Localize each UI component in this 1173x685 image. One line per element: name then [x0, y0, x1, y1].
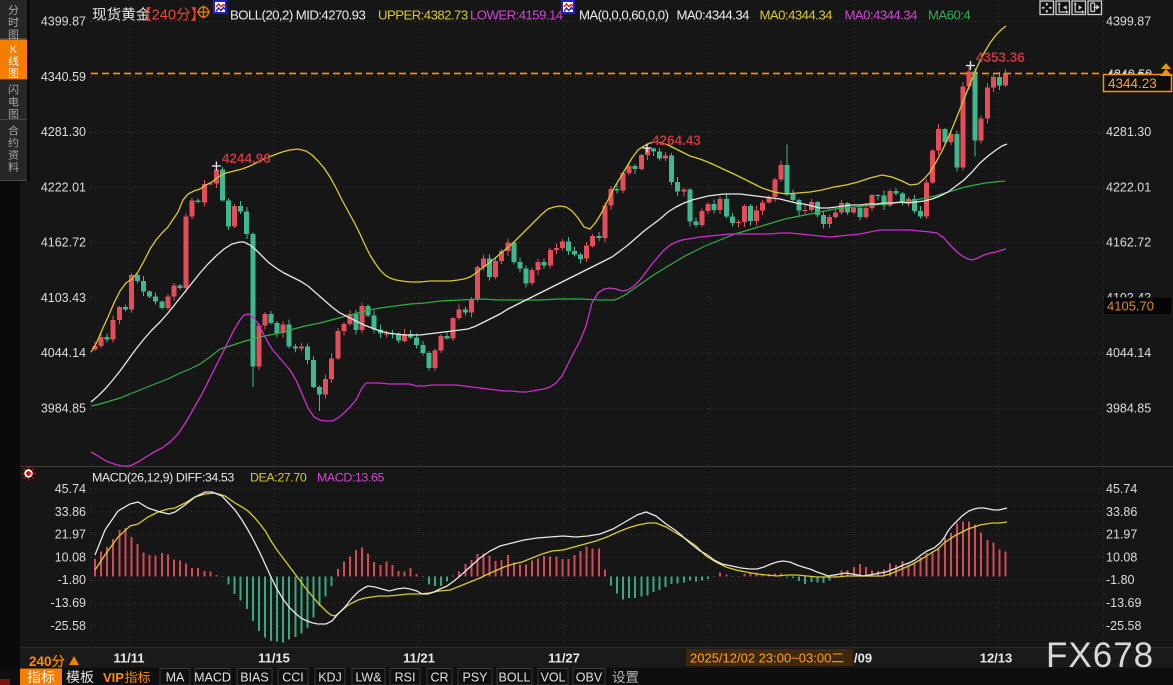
svg-text:-25.58: -25.58 [1106, 619, 1141, 633]
svg-text:4340.59: 4340.59 [41, 70, 86, 84]
svg-text:12/13: 12/13 [980, 651, 1013, 666]
svg-text:CCI: CCI [282, 671, 304, 685]
svg-text:CR: CR [430, 671, 448, 685]
svg-text:3984.85: 3984.85 [41, 401, 86, 415]
svg-text:LW&: LW& [355, 671, 382, 685]
svg-text:VOL: VOL [540, 671, 565, 685]
svg-text:BOLL: BOLL [499, 671, 531, 685]
svg-text:21.97: 21.97 [55, 528, 86, 542]
svg-text:MACD(26,12,9) DIFF:34.53: MACD(26,12,9) DIFF:34.53 [92, 471, 234, 485]
svg-text:11/27: 11/27 [548, 651, 580, 666]
svg-text:4353.36: 4353.36 [976, 50, 1025, 65]
svg-text:MA0:4344.34: MA0:4344.34 [760, 8, 833, 23]
svg-text:4103.43: 4103.43 [41, 291, 86, 305]
svg-text:MACD:13.65: MACD:13.65 [317, 471, 384, 485]
svg-text:RSI: RSI [395, 671, 416, 685]
svg-text:10.08: 10.08 [55, 550, 86, 564]
svg-text:LOWER:4159.14: LOWER:4159.14 [470, 8, 563, 23]
svg-text:4044.14: 4044.14 [1106, 346, 1151, 360]
svg-text:11/11: 11/11 [113, 651, 144, 666]
svg-text:4264.43: 4264.43 [652, 133, 701, 148]
svg-text:KDJ: KDJ [318, 671, 342, 685]
svg-text:3984.85: 3984.85 [1106, 401, 1151, 415]
svg-text:45.74: 45.74 [55, 482, 86, 496]
svg-text:4162.72: 4162.72 [41, 236, 86, 250]
svg-text:DEA:27.70: DEA:27.70 [250, 471, 307, 485]
svg-text:MA60:4: MA60:4 [928, 8, 970, 23]
svg-text:33.86: 33.86 [55, 505, 86, 519]
svg-text:4244.96: 4244.96 [222, 151, 271, 166]
svg-text:-13.69: -13.69 [1106, 596, 1141, 610]
svg-text:11/15: 11/15 [258, 651, 290, 666]
svg-text:MA: MA [166, 671, 185, 685]
svg-text:4344.23: 4344.23 [1108, 76, 1157, 91]
svg-text:4281.30: 4281.30 [1106, 125, 1151, 139]
svg-text:4399.87: 4399.87 [41, 15, 86, 29]
svg-text:BOLL(20,2) MID:4270.93: BOLL(20,2) MID:4270.93 [230, 8, 365, 23]
svg-text:4399.87: 4399.87 [1106, 15, 1151, 29]
svg-text:MA0:4344.34: MA0:4344.34 [677, 8, 750, 23]
svg-text:2025/12/02 23:00~03:00: 2025/12/02 23:00~03:00 [690, 651, 831, 666]
svg-text:4281.30: 4281.30 [41, 125, 86, 139]
svg-text:10.08: 10.08 [1106, 550, 1137, 564]
svg-text:-25.58: -25.58 [51, 619, 86, 633]
svg-text:4162.72: 4162.72 [1106, 236, 1151, 250]
svg-text:K: K [10, 44, 18, 56]
svg-text:/09: /09 [854, 651, 872, 666]
svg-text:VIP: VIP [103, 670, 124, 685]
svg-text:MACD: MACD [194, 671, 231, 685]
svg-text:MA0:4344.34: MA0:4344.34 [845, 8, 918, 23]
svg-text:UPPER:4382.73: UPPER:4382.73 [378, 8, 468, 23]
svg-text:33.86: 33.86 [1106, 505, 1137, 519]
svg-text:BIAS: BIAS [240, 671, 269, 685]
svg-text:-1.80: -1.80 [1106, 573, 1135, 587]
svg-text:4044.14: 4044.14 [41, 346, 86, 360]
svg-text:240: 240 [152, 8, 176, 24]
svg-text:-13.69: -13.69 [51, 596, 86, 610]
svg-text:11/21: 11/21 [403, 651, 435, 666]
svg-text:OBV: OBV [576, 671, 603, 685]
svg-text:4222.01: 4222.01 [41, 180, 86, 194]
svg-text:MA(0,0,0,60,0,0): MA(0,0,0,60,0,0) [579, 8, 669, 23]
svg-text:21.97: 21.97 [1106, 528, 1137, 542]
svg-text:45.74: 45.74 [1106, 482, 1137, 496]
svg-text:-1.80: -1.80 [58, 573, 87, 587]
svg-text:PSY: PSY [462, 671, 488, 685]
svg-text:4105.70: 4105.70 [1107, 299, 1154, 314]
svg-text:240: 240 [29, 654, 52, 669]
svg-text:4222.01: 4222.01 [1106, 180, 1151, 194]
